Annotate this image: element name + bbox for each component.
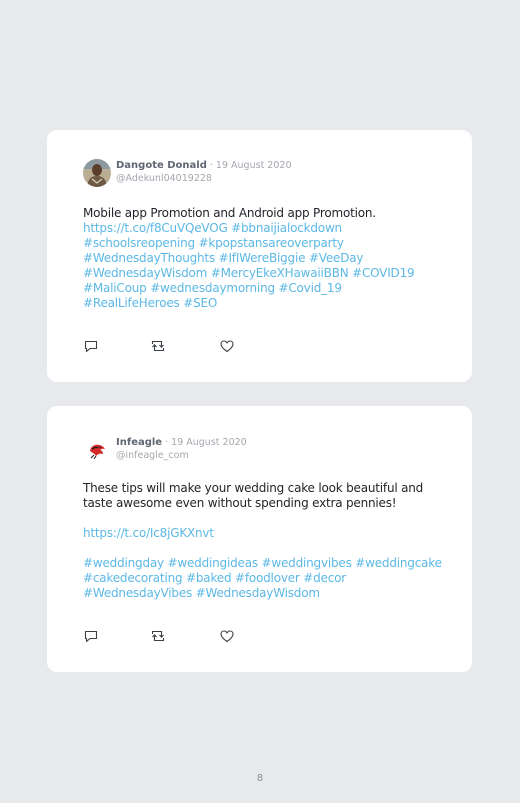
avatar-photo: [83, 159, 111, 187]
hashtag-line[interactable]: #cakedecorating #baked #foodlover #decor: [83, 571, 458, 586]
tweet-text: These tips will make your wedding cake l…: [83, 481, 458, 601]
hashtag-line[interactable]: #schoolsreopening #kpopstansareoverparty: [83, 236, 458, 251]
hashtag-line[interactable]: #RealLifeHeroes #SEO: [83, 296, 458, 311]
retweet-icon[interactable]: [150, 338, 166, 354]
page-number: 8: [256, 773, 264, 784]
eagle-logo: [83, 437, 111, 465]
author-name[interactable]: Dangote Donald: [116, 160, 207, 171]
retweet-icon[interactable]: [150, 628, 166, 644]
author-name[interactable]: Infeagle: [116, 437, 162, 448]
tweet-text: Mobile app Promotion and Android app Pro…: [83, 206, 458, 311]
tweet-header: Dangote Donald · 19 August 2020 @Adekunl…: [116, 159, 291, 185]
author-handle[interactable]: @infeagle_com: [116, 449, 247, 462]
avatar[interactable]: [83, 437, 111, 465]
tweet-link-line[interactable]: https://t.co/Ic8jGKXnvt: [83, 526, 458, 541]
tweet-line: These tips will make your wedding cake l…: [83, 481, 424, 495]
hashtag-line[interactable]: #MaliCoup #wednesdaymorning #Covid_19: [83, 281, 458, 296]
tweet-link-line[interactable]: https://t.co/f8CuVQeVOG #bbnaijialockdow…: [83, 221, 458, 236]
reply-icon[interactable]: [83, 338, 99, 354]
reply-icon[interactable]: [83, 628, 99, 644]
tweet-line: taste awesome even without spending extr…: [83, 496, 397, 510]
tweet-date: · 19 August 2020: [162, 437, 247, 448]
hashtag-line[interactable]: #WednesdayWisdom #MercyEkeXHawaiiBBN #CO…: [83, 266, 458, 281]
like-icon[interactable]: [219, 628, 235, 644]
tweet-line: Mobile app Promotion and Android app Pro…: [83, 206, 376, 220]
author-handle[interactable]: @Adekunl04019228: [116, 172, 291, 185]
tweet-date: · 19 August 2020: [206, 160, 292, 171]
avatar[interactable]: [83, 159, 111, 187]
tweet-header: Infeagle · 19 August 2020 @infeagle_com: [116, 436, 247, 462]
like-icon[interactable]: [219, 338, 235, 354]
tweet-card: Infeagle · 19 August 2020 @infeagle_com …: [47, 406, 472, 672]
hashtag-line[interactable]: #WednesdayVibes #WednesdayWisdom: [83, 586, 458, 601]
tweet-card: Dangote Donald · 19 August 2020 @Adekunl…: [47, 130, 472, 382]
hashtag-line[interactable]: #WednesdayThoughts #IfIWereBiggie #VeeDa…: [83, 251, 458, 266]
hashtag-line[interactable]: #weddingday #weddingideas #weddingvibes …: [83, 556, 458, 571]
